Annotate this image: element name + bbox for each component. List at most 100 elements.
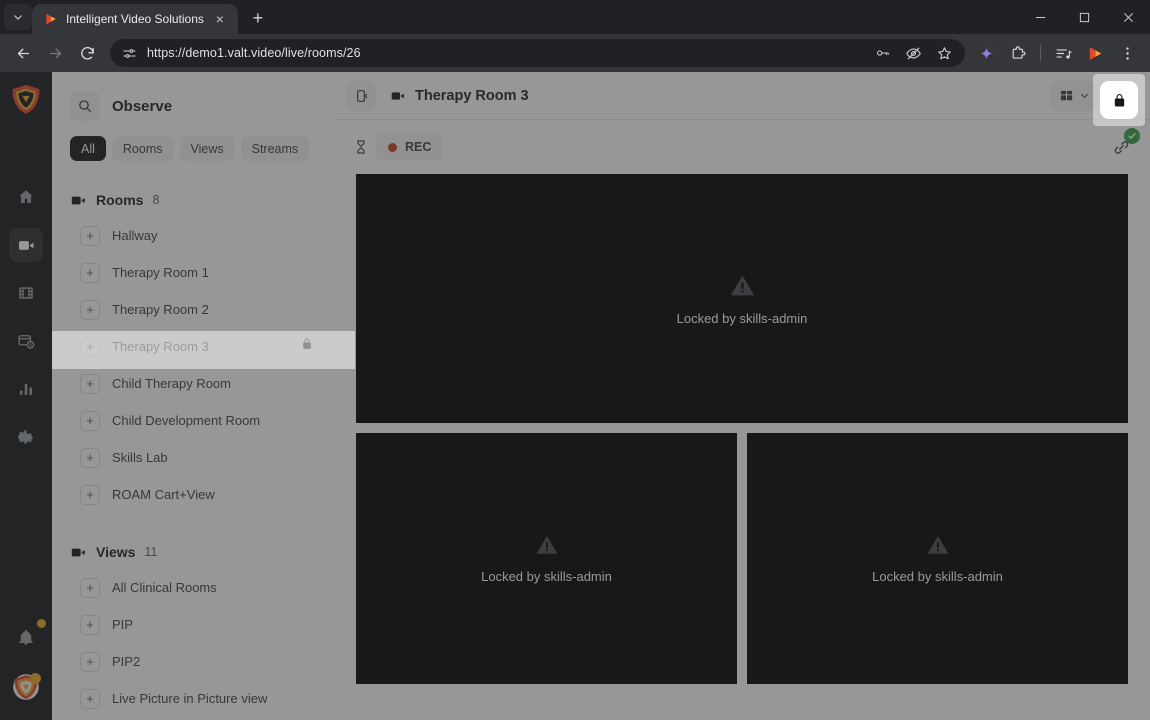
list-item[interactable]: + Hallway [62, 217, 324, 254]
video-camera-icon [391, 91, 404, 100]
gemini-icon[interactable] [973, 40, 999, 66]
list-item[interactable]: + Live Picture in Picture view [62, 680, 324, 717]
card-clock-icon [18, 335, 35, 349]
browser-toolbar: https://demo1.valt.video/live/rooms/26 [0, 34, 1150, 72]
window-close-button[interactable] [1106, 0, 1150, 34]
expand-icon[interactable]: + [80, 577, 100, 598]
bell-icon [19, 629, 33, 645]
password-key-icon[interactable] [875, 45, 891, 61]
side-panel-header: Observe [52, 86, 334, 126]
tab-close-icon[interactable]: × [212, 12, 228, 26]
filter-chip-rooms[interactable]: Rooms [111, 136, 174, 161]
group-header-rooms: Rooms 8 [52, 183, 334, 217]
list-item-label: PIP [112, 617, 133, 632]
list-item[interactable]: + Therapy Room 1 [62, 254, 324, 291]
tab-search-chevron-icon[interactable] [4, 4, 32, 30]
expand-icon[interactable]: + [80, 688, 100, 709]
reload-button[interactable] [72, 38, 102, 68]
layout-grid-icon [1060, 90, 1073, 101]
expand-icon[interactable]: + [80, 373, 100, 394]
bookmark-star-icon[interactable] [936, 45, 953, 62]
filter-chip-streams[interactable]: Streams [240, 136, 310, 161]
sidebar-item-home[interactable] [9, 180, 43, 214]
video-camera-icon [18, 240, 33, 250]
video-tile-bottom-right[interactable]: Locked by skills-admin [747, 433, 1128, 684]
record-status-badge[interactable]: REC [376, 133, 444, 161]
bar-chart-icon [20, 383, 32, 395]
filter-chip-all[interactable]: All [70, 136, 106, 161]
sidebar-item-reports[interactable] [9, 372, 43, 406]
notifications-button[interactable] [9, 619, 46, 655]
site-settings-icon[interactable] [122, 46, 137, 61]
observe-side-panel: Observe All Rooms Views Streams Rooms 8 … [52, 72, 334, 720]
media-list-icon[interactable] [1050, 40, 1076, 66]
list-item-label: Therapy Room 1 [112, 265, 209, 280]
expand-icon[interactable]: + [80, 614, 100, 635]
collapse-panel-icon[interactable] [346, 80, 376, 111]
gear-icon [18, 430, 33, 444]
list-item[interactable]: + PIP [62, 606, 324, 643]
ivs-shield-logo[interactable] [11, 84, 41, 114]
video-camera-icon [71, 196, 85, 204]
video-tile-top[interactable]: Locked by skills-admin [356, 174, 1128, 423]
browser-tab[interactable]: Intelligent Video Solutions × [32, 4, 238, 34]
window-controls [1018, 0, 1150, 34]
tab-title: Intelligent Video Solutions [66, 12, 204, 26]
new-tab-button[interactable]: + [244, 4, 272, 32]
expand-icon[interactable]: + [80, 262, 100, 283]
window-minimize-button[interactable] [1018, 0, 1062, 34]
padlock-closed-icon [1114, 93, 1124, 106]
sidebar-item-settings[interactable] [9, 420, 43, 454]
list-item[interactable]: + Skills Lab [62, 439, 324, 476]
hourglass-icon[interactable] [346, 132, 376, 162]
extensions-puzzle-icon[interactable] [1005, 40, 1031, 66]
ivs-play-icon[interactable] [1082, 40, 1108, 66]
expand-icon[interactable]: + [80, 299, 100, 320]
video-grid: Locked by skills-admin Locked by skills-… [334, 174, 1150, 684]
list-item-label: PIP2 [112, 654, 141, 669]
list-item[interactable]: + PIP2 [62, 643, 324, 680]
main-header: Therapy Room 3 [334, 72, 1150, 120]
sidebar-item-scheduling[interactable] [9, 324, 43, 358]
account-badge [30, 673, 41, 684]
chrome-menu-icon[interactable] [1114, 40, 1140, 66]
toolbar-divider [1040, 45, 1041, 61]
expand-icon[interactable]: + [80, 651, 100, 672]
sidebar-item-live[interactable] [9, 228, 43, 262]
account-avatar[interactable] [12, 673, 41, 706]
video-tile-bottom-left[interactable]: Locked by skills-admin [356, 433, 737, 684]
app-icon-rail [0, 72, 52, 720]
window-maximize-button[interactable] [1062, 0, 1106, 34]
expand-icon[interactable]: + [80, 225, 100, 246]
page-viewport: Observe All Rooms Views Streams Rooms 8 … [0, 72, 1150, 720]
tab-strip: Intelligent Video Solutions × + [0, 0, 272, 34]
group-name: Rooms [96, 192, 144, 208]
record-dot-icon [388, 142, 397, 152]
check-icon [1124, 128, 1140, 144]
search-icon[interactable] [70, 91, 100, 121]
expand-icon[interactable]: + [80, 410, 100, 431]
expand-icon[interactable]: + [80, 484, 100, 505]
list-item-label: Therapy Room 2 [112, 302, 209, 317]
film-strip-icon [19, 287, 33, 299]
layout-selector-button[interactable] [1051, 80, 1098, 111]
share-link-button[interactable] [1106, 128, 1140, 162]
record-label: REC [405, 140, 432, 154]
video-camera-icon [71, 548, 85, 556]
list-item[interactable]: + Child Therapy Room [62, 365, 324, 402]
url-text: https://demo1.valt.video/live/rooms/26 [147, 46, 361, 60]
list-item[interactable]: + Therapy Room 2 [62, 291, 324, 328]
filter-chip-views[interactable]: Views [179, 136, 235, 161]
list-item[interactable]: + All Clinical Rooms [62, 569, 324, 606]
lock-room-button[interactable] [1100, 81, 1138, 119]
eye-slash-icon[interactable] [905, 45, 922, 62]
forward-button[interactable] [40, 38, 70, 68]
notification-badge [37, 619, 46, 628]
sidebar-item-recordings[interactable] [9, 276, 43, 310]
list-item[interactable]: + Child Development Room [62, 402, 324, 439]
address-bar[interactable]: https://demo1.valt.video/live/rooms/26 [110, 39, 965, 67]
list-item[interactable]: + ROAM Cart+View [62, 476, 324, 513]
list-item-label: Hallway [112, 228, 158, 243]
back-button[interactable] [8, 38, 38, 68]
expand-icon[interactable]: + [80, 447, 100, 468]
